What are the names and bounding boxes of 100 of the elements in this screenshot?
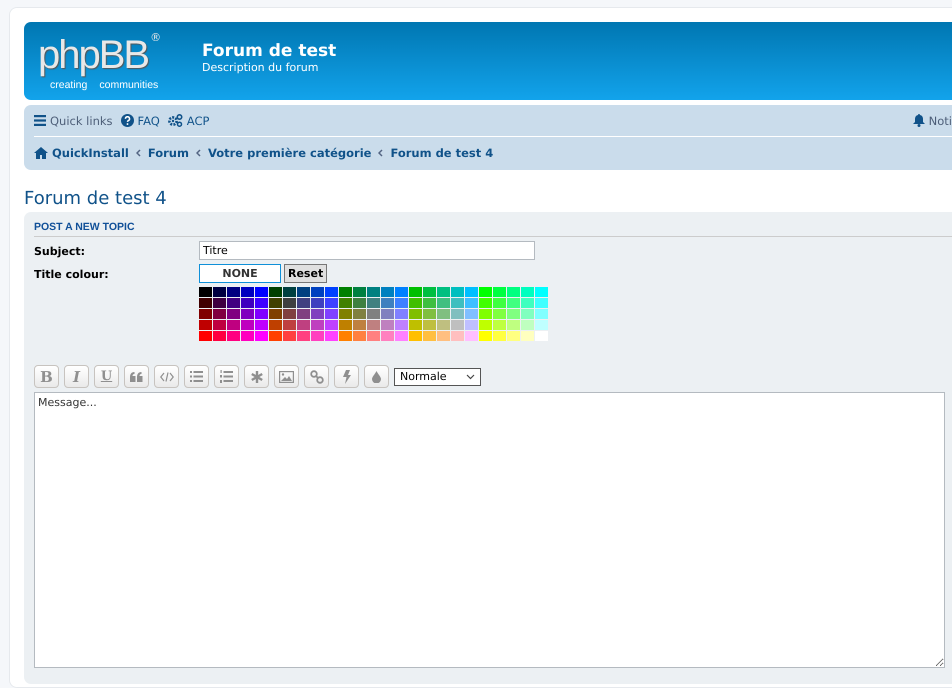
colour-swatch[interactable]: [199, 320, 212, 330]
colour-swatch[interactable]: [507, 287, 520, 297]
colour-swatch[interactable]: [269, 287, 282, 297]
flash-button[interactable]: [334, 365, 359, 388]
colour-swatch[interactable]: [437, 331, 450, 341]
colour-swatch[interactable]: [353, 287, 366, 297]
colour-swatch[interactable]: [283, 331, 296, 341]
colour-swatch[interactable]: [367, 320, 380, 330]
colour-swatch[interactable]: [297, 331, 310, 341]
colour-swatch[interactable]: [227, 298, 240, 308]
colour-swatch[interactable]: [241, 287, 254, 297]
colour-swatch[interactable]: [241, 331, 254, 341]
colour-swatch[interactable]: [493, 298, 506, 308]
colour-swatch[interactable]: [325, 320, 338, 330]
colour-swatch[interactable]: [437, 309, 450, 319]
colour-swatch[interactable]: [535, 309, 548, 319]
breadcrumb-link[interactable]: QuickInstall: [34, 146, 129, 160]
colour-swatch[interactable]: [353, 298, 366, 308]
colour-swatch[interactable]: [423, 287, 436, 297]
colour-swatch[interactable]: [409, 309, 422, 319]
colour-swatch[interactable]: [311, 320, 324, 330]
colour-swatch[interactable]: [507, 309, 520, 319]
colour-swatch[interactable]: [255, 309, 268, 319]
colour-swatch[interactable]: [409, 287, 422, 297]
quote-button[interactable]: [124, 365, 149, 388]
colour-swatch[interactable]: [465, 298, 478, 308]
font-size-select[interactable]: Normale: [394, 368, 481, 386]
colour-swatch[interactable]: [395, 309, 408, 319]
colour-swatch[interactable]: [423, 298, 436, 308]
colour-swatch[interactable]: [241, 298, 254, 308]
colour-swatch[interactable]: [409, 320, 422, 330]
colour-swatch[interactable]: [199, 331, 212, 341]
colour-swatch[interactable]: [493, 309, 506, 319]
colour-swatch[interactable]: [381, 309, 394, 319]
drop-button[interactable]: [364, 365, 389, 388]
colour-swatch[interactable]: [227, 320, 240, 330]
colour-swatch[interactable]: [479, 309, 492, 319]
colour-swatch[interactable]: [451, 309, 464, 319]
colour-swatch[interactable]: [255, 331, 268, 341]
colour-swatch[interactable]: [213, 331, 226, 341]
colour-swatch[interactable]: [479, 320, 492, 330]
colour-swatch[interactable]: [325, 298, 338, 308]
colour-swatch[interactable]: [297, 298, 310, 308]
colour-swatch[interactable]: [409, 331, 422, 341]
colour-swatch[interactable]: [451, 298, 464, 308]
colour-swatch[interactable]: [381, 287, 394, 297]
colour-swatch[interactable]: [269, 309, 282, 319]
colour-swatch[interactable]: [451, 287, 464, 297]
colour-swatch[interactable]: [479, 287, 492, 297]
colour-swatch[interactable]: [535, 298, 548, 308]
underline-button[interactable]: U: [94, 365, 119, 388]
colour-swatch[interactable]: [213, 309, 226, 319]
colour-swatch[interactable]: [367, 331, 380, 341]
colour-swatch[interactable]: [395, 320, 408, 330]
asterisk-button[interactable]: [244, 365, 269, 388]
colour-swatch[interactable]: [437, 298, 450, 308]
colour-swatch[interactable]: [311, 298, 324, 308]
colour-swatch[interactable]: [381, 298, 394, 308]
colour-swatch[interactable]: [297, 309, 310, 319]
colour-swatch[interactable]: [269, 331, 282, 341]
colour-swatch[interactable]: [213, 298, 226, 308]
colour-swatch[interactable]: [493, 331, 506, 341]
colour-swatch[interactable]: [339, 331, 352, 341]
colour-swatch[interactable]: [521, 320, 534, 330]
colour-swatch[interactable]: [353, 309, 366, 319]
colour-swatch[interactable]: [353, 320, 366, 330]
colour-swatch[interactable]: [213, 287, 226, 297]
colour-swatch[interactable]: [381, 331, 394, 341]
code-button[interactable]: [154, 365, 179, 388]
colour-swatch[interactable]: [465, 309, 478, 319]
colour-swatch[interactable]: [255, 287, 268, 297]
breadcrumb-link[interactable]: Votre première catégorie: [208, 146, 372, 160]
colour-input[interactable]: NONE: [199, 264, 281, 283]
colour-swatch[interactable]: [507, 320, 520, 330]
subject-input[interactable]: Titre: [199, 241, 535, 260]
colour-swatch[interactable]: [353, 331, 366, 341]
colour-swatch[interactable]: [521, 287, 534, 297]
colour-swatch[interactable]: [423, 320, 436, 330]
colour-swatch[interactable]: [507, 331, 520, 341]
reset-button[interactable]: Reset: [284, 264, 328, 283]
colour-swatch[interactable]: [521, 331, 534, 341]
colour-swatch[interactable]: [255, 320, 268, 330]
colour-swatch[interactable]: [367, 309, 380, 319]
colour-swatch[interactable]: [437, 287, 450, 297]
colour-swatch[interactable]: [479, 331, 492, 341]
bold-button[interactable]: B: [34, 365, 59, 388]
image-button[interactable]: [274, 365, 299, 388]
colour-swatch[interactable]: [213, 320, 226, 330]
colour-swatch[interactable]: [283, 287, 296, 297]
notifications-link[interactable]: Noti: [912, 114, 952, 128]
colour-swatch[interactable]: [311, 287, 324, 297]
colour-swatch[interactable]: [283, 298, 296, 308]
colour-swatch[interactable]: [367, 298, 380, 308]
link-button[interactable]: [304, 365, 329, 388]
colour-swatch[interactable]: [227, 309, 240, 319]
colour-swatch[interactable]: [227, 287, 240, 297]
colour-swatch[interactable]: [451, 331, 464, 341]
colour-swatch[interactable]: [297, 320, 310, 330]
nav-link[interactable]: Quick links: [34, 114, 113, 128]
colour-swatch[interactable]: [381, 320, 394, 330]
